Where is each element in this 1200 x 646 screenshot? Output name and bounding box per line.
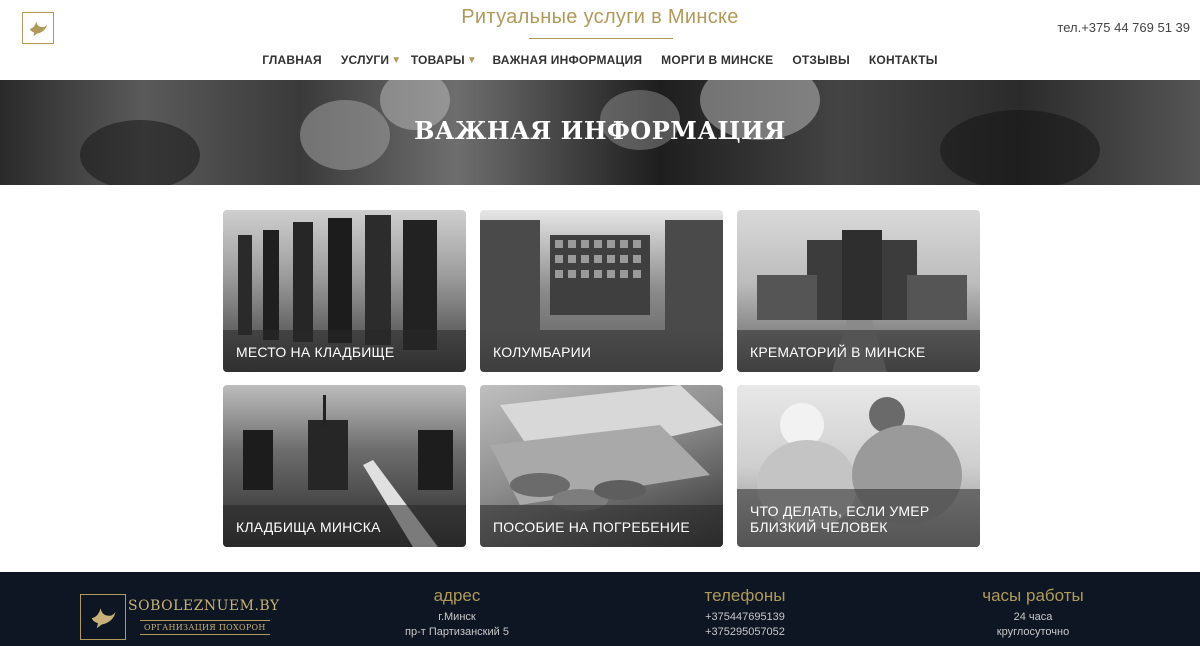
info-cards-grid: МЕСТО НА КЛАДБИЩЕ КОЛУМБАРИИ КРЕМАТОРИЙ …	[223, 210, 980, 547]
footer-brand-subtitle: ОРГАНИЗАЦИЯ ПОХОРОН	[140, 620, 270, 635]
nav-item-services[interactable]: УСЛУГИ ▼	[331, 53, 410, 67]
card-label: КОЛУМБАРИИ	[493, 344, 592, 360]
card-label: ПОСОБИЕ НА ПОГРЕБЕНИЕ	[493, 519, 690, 535]
footer-hours: часы работы 24 часа круглосуточно	[933, 586, 1133, 640]
card-label: ЧТО ДЕЛАТЬ, ЕСЛИ УМЕР БЛИЗКИЙ ЧЕЛОВЕК	[750, 503, 930, 535]
nav-item-home[interactable]: ГЛАВНАЯ	[253, 53, 332, 67]
site-header: Ритуальные услуги в Минске тел.+375 44 7…	[0, 0, 1200, 80]
nav-item-morgues[interactable]: МОРГИ В МИНСКЕ	[652, 53, 783, 67]
card-what-to-do[interactable]: ЧТО ДЕЛАТЬ, ЕСЛИ УМЕР БЛИЗКИЙ ЧЕЛОВЕК	[737, 385, 980, 547]
footer-logo[interactable]	[80, 594, 126, 640]
phones-heading: телефоны	[704, 586, 786, 605]
nav-label: МОРГИ В МИНСКЕ	[661, 53, 774, 67]
title-divider	[529, 38, 673, 39]
card-columbaria[interactable]: КОЛУМБАРИИ	[480, 210, 723, 372]
card-label: КРЕМАТОРИЙ В МИНСКЕ	[750, 344, 926, 360]
nav-item-contacts[interactable]: КОНТАКТЫ	[859, 53, 947, 67]
site-title[interactable]: Ритуальные услуги в Минске	[0, 6, 1200, 29]
address-heading: адрес	[433, 586, 481, 605]
nav-label: ВАЖНАЯ ИНФОРМАЦИЯ	[492, 53, 643, 67]
footer-brand: SOBOLEZNUEM.BY	[128, 598, 280, 614]
site-footer: SOBOLEZNUEM.BY ОРГАНИЗАЦИЯ ПОХОРОН адрес…	[0, 572, 1200, 646]
card-crematorium[interactable]: КРЕМАТОРИЙ В МИНСКЕ	[737, 210, 980, 372]
hours-heading: часы работы	[982, 586, 1084, 605]
nav-label: ГЛАВНАЯ	[262, 53, 322, 67]
footer-address: адрес г.Минск пр-т Партизанский 5	[357, 586, 557, 640]
dropdown-arrow-icon: ▼	[466, 54, 477, 66]
phone-link[interactable]: +375295057052	[645, 625, 845, 640]
nav-item-reviews[interactable]: ОТЗЫВЫ	[783, 53, 860, 67]
card-cemetery-plot[interactable]: МЕСТО НА КЛАДБИЩЕ	[223, 210, 466, 372]
phone-link[interactable]: +375447695139	[645, 610, 845, 625]
hours-line: 24 часа	[1013, 611, 1053, 623]
dropdown-arrow-icon: ▼	[391, 54, 402, 66]
hours-line: круглосуточно	[996, 626, 1070, 638]
footer-phones: телефоны +375447695139 +375295057052	[645, 586, 845, 640]
nav-label: ТОВАРЫ	[410, 53, 465, 67]
card-minsk-cemeteries[interactable]: КЛАДБИЩА МИНСКА	[223, 385, 466, 547]
card-label: КЛАДБИЩА МИНСКА	[236, 519, 381, 535]
card-label: МЕСТО НА КЛАДБИЩЕ	[236, 344, 395, 360]
hero-banner: ВАЖНАЯ ИНФОРМАЦИЯ	[0, 80, 1200, 185]
card-burial-allowance[interactable]: ПОСОБИЕ НА ПОГРЕБЕНИЕ	[480, 385, 723, 547]
address-line: пр-т Партизанский 5	[405, 626, 509, 638]
nav-label: КОНТАКТЫ	[868, 53, 938, 67]
address-line: г.Минск	[438, 611, 476, 623]
header-phone[interactable]: тел.+375 44 769 51 39	[1057, 20, 1190, 35]
main-nav: ГЛАВНАЯ УСЛУГИ ▼ ТОВАРЫ ▼ ВАЖНАЯ ИНФОРМАЦИ…	[0, 53, 1200, 67]
page-title: ВАЖНАЯ ИНФОРМАЦИЯ	[414, 116, 786, 145]
nav-label: УСЛУГИ	[340, 53, 390, 67]
nav-label: ОТЗЫВЫ	[792, 53, 850, 67]
nav-item-goods[interactable]: ТОВАРЫ ▼	[411, 53, 487, 67]
nav-item-important-info[interactable]: ВАЖНАЯ ИНФОРМАЦИЯ	[486, 53, 651, 67]
dove-icon	[91, 608, 116, 629]
